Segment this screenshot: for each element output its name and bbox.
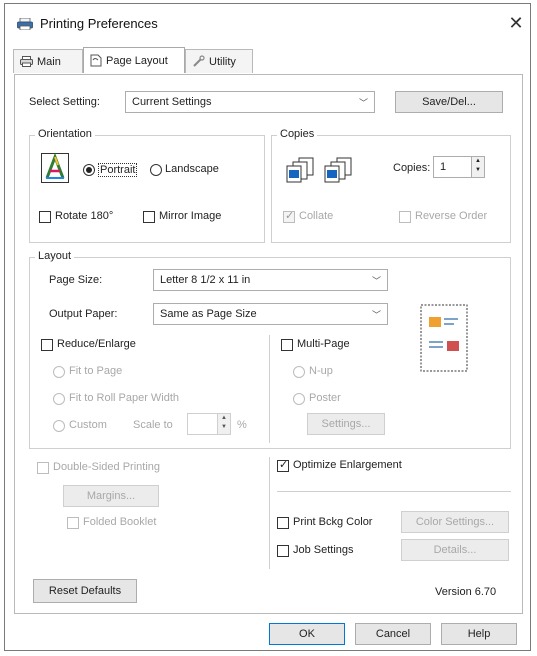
rotate-180-checkbox[interactable] xyxy=(39,211,51,223)
orientation-group xyxy=(29,135,265,243)
select-setting-combo[interactable]: Current Settings ﹀ xyxy=(125,91,375,113)
copies-group xyxy=(271,135,511,243)
portrait-radio[interactable] xyxy=(83,164,95,176)
mirror-image-checkbox[interactable] xyxy=(143,211,155,223)
print-bkg-color-label: Print Bckg Color xyxy=(293,516,373,528)
tab-main[interactable]: Main xyxy=(13,49,83,73)
optimize-enlargement-label: Optimize Enlargement xyxy=(293,459,402,471)
collated-pages-icon xyxy=(286,157,314,183)
collate-label: Collate xyxy=(299,210,334,222)
poster-radio[interactable] xyxy=(293,393,305,405)
fit-to-page-radio[interactable] xyxy=(53,366,65,378)
printing-preferences-window: Printing Preferences ✕ Main Page Layout xyxy=(4,3,531,651)
page-preview-icon xyxy=(420,304,468,372)
reset-defaults-button[interactable]: Reset Defaults xyxy=(33,579,137,603)
window-title: Printing Preferences xyxy=(40,16,158,31)
page-size-combo[interactable]: Letter 8 1/2 x 11 in ﹀ xyxy=(153,269,388,291)
landscape-label: Landscape xyxy=(165,163,219,175)
double-sided-label: Double-Sided Printing xyxy=(53,461,161,473)
tab-page-layout[interactable]: Page Layout xyxy=(83,47,185,73)
multi-page-label: Multi-Page xyxy=(297,338,350,350)
ok-button[interactable]: OK xyxy=(269,623,345,645)
cancel-button[interactable]: Cancel xyxy=(355,623,431,645)
details-button[interactable]: Details... xyxy=(401,539,509,561)
select-setting-label: Select Setting: xyxy=(29,96,100,108)
n-up-radio[interactable] xyxy=(293,366,305,378)
scale-to-label: Scale to xyxy=(133,419,173,431)
page-layout-panel: Select Setting: Current Settings ﹀ Save/… xyxy=(14,74,523,614)
orientation-title: Orientation xyxy=(35,128,95,140)
rotate-180-label: Rotate 180° xyxy=(55,210,114,222)
portrait-preview-icon xyxy=(41,153,69,183)
reverse-order-checkbox[interactable] xyxy=(399,211,411,223)
tab-page-layout-label: Page Layout xyxy=(106,54,168,67)
fit-to-roll-radio[interactable] xyxy=(53,393,65,405)
copies-value: 1 xyxy=(440,161,447,173)
multi-page-checkbox[interactable] xyxy=(281,339,293,351)
custom-label: Custom xyxy=(69,419,107,431)
portrait-label: Portrait xyxy=(98,163,138,177)
copies-label: Copies: xyxy=(393,162,431,174)
output-paper-label: Output Paper: xyxy=(49,308,118,320)
help-button[interactable]: Help xyxy=(441,623,517,645)
job-settings-label: Job Settings xyxy=(293,544,354,556)
double-sided-checkbox[interactable] xyxy=(37,462,49,474)
landscape-radio[interactable] xyxy=(150,164,162,176)
print-bkg-color-checkbox[interactable] xyxy=(277,517,289,529)
reverse-order-label: Reverse Order xyxy=(415,210,488,222)
layout-title: Layout xyxy=(35,250,75,262)
tab-utility-label: Utility xyxy=(209,55,236,68)
custom-radio[interactable] xyxy=(53,420,65,432)
version-label: Version 6.70 xyxy=(435,586,497,598)
page-size-label: Page Size: xyxy=(49,274,103,286)
percent-label: % xyxy=(237,419,247,431)
copies-spinner[interactable]: 1 ▲ ▼ xyxy=(433,156,485,178)
reduce-enlarge-checkbox[interactable] xyxy=(41,339,53,351)
copies-title: Copies xyxy=(277,128,318,140)
fit-to-roll-label: Fit to Roll Paper Width xyxy=(69,392,180,404)
poster-label: Poster xyxy=(309,392,341,404)
color-settings-button[interactable]: Color Settings... xyxy=(401,511,509,533)
job-settings-checkbox[interactable] xyxy=(277,545,289,557)
page-layout-icon xyxy=(90,54,102,67)
spinner-arrows-icon[interactable]: ▲ ▼ xyxy=(471,157,484,177)
output-paper-value: Same as Page Size xyxy=(160,308,257,320)
page-size-value: Letter 8 1/2 x 11 in xyxy=(160,274,251,286)
tab-main-label: Main xyxy=(37,55,61,68)
chevron-down-icon: ﹀ xyxy=(371,276,381,286)
tab-utility[interactable]: Utility xyxy=(185,49,253,73)
mirror-image-label: Mirror Image xyxy=(159,210,222,222)
utility-icon xyxy=(193,55,205,67)
n-up-label: N-up xyxy=(309,365,333,377)
printer-icon xyxy=(20,56,33,67)
folded-booklet-checkbox[interactable] xyxy=(67,517,79,529)
close-button[interactable]: ✕ xyxy=(505,12,527,34)
output-paper-combo[interactable]: Same as Page Size ﹀ xyxy=(153,303,388,325)
reduce-enlarge-label: Reduce/Enlarge xyxy=(57,338,136,350)
collate-checkbox[interactable]: ✓ xyxy=(283,210,295,223)
select-setting-value: Current Settings xyxy=(132,96,212,108)
save-del-button[interactable]: Save/Del... xyxy=(395,91,503,113)
uncollated-pages-icon xyxy=(324,157,352,183)
title-bar: Printing Preferences ✕ xyxy=(5,4,530,42)
spinner-arrows-icon[interactable]: ▲ ▼ xyxy=(217,414,230,434)
printer-icon xyxy=(17,18,33,30)
margins-button[interactable]: Margins... xyxy=(63,485,159,507)
folded-booklet-label: Folded Booklet xyxy=(83,516,157,528)
optimize-enlargement-checkbox[interactable]: ✓ xyxy=(277,459,289,472)
settings-button[interactable]: Settings... xyxy=(307,413,385,435)
scale-spinner[interactable]: ▲ ▼ xyxy=(187,413,231,435)
chevron-down-icon: ﹀ xyxy=(371,310,381,320)
chevron-down-icon: ﹀ xyxy=(358,98,368,108)
fit-to-page-label: Fit to Page xyxy=(69,365,123,377)
